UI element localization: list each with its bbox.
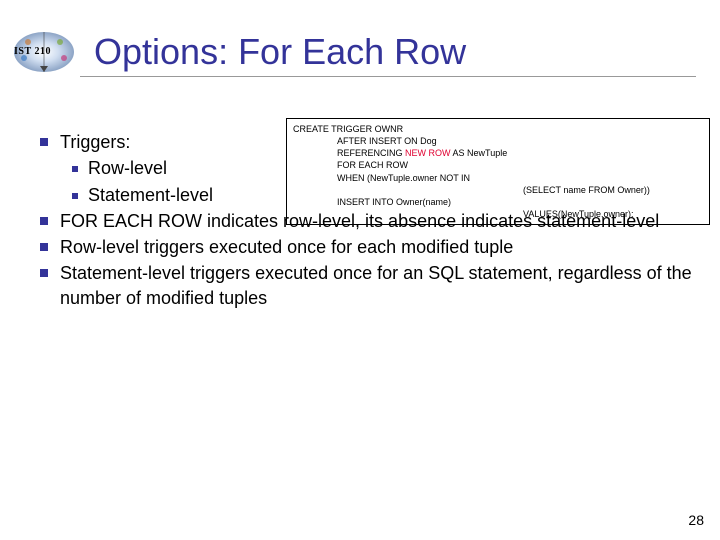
- bullet-text: Statement-level: [88, 183, 213, 207]
- bullet-text: Row-level triggers executed once for eac…: [60, 235, 513, 259]
- course-logo: IST 210: [10, 28, 78, 76]
- slide-header: IST 210 Options: For Each Row: [0, 22, 720, 82]
- title-underline: [80, 76, 696, 77]
- bullet-level1: Statement-level triggers executed once f…: [40, 261, 696, 310]
- bullet-icon: [72, 193, 78, 199]
- bullet-icon: [40, 243, 48, 251]
- bullet-level1: FOR EACH ROW indicates row-level, its ab…: [40, 209, 696, 233]
- slide-body: Triggers: Row-level Statement-level FOR …: [40, 130, 696, 312]
- bullet-icon: [72, 166, 78, 172]
- bullet-level1: Row-level triggers executed once for eac…: [40, 235, 696, 259]
- bullet-text: Row-level: [88, 156, 167, 180]
- slide-number: 28: [688, 512, 704, 528]
- bullet-level2: Statement-level: [72, 183, 696, 207]
- bullet-level1: Triggers:: [40, 130, 696, 154]
- bullet-text: Triggers:: [60, 130, 130, 154]
- bullet-icon: [40, 269, 48, 277]
- bullet-icon: [40, 138, 48, 146]
- course-code: IST 210: [14, 46, 51, 57]
- bullet-text: FOR EACH ROW indicates row-level, its ab…: [60, 209, 659, 233]
- bullet-icon: [40, 217, 48, 225]
- bullet-level2: Row-level: [72, 156, 696, 180]
- bullet-text: Statement-level triggers executed once f…: [60, 261, 696, 310]
- slide-title: Options: For Each Row: [94, 31, 466, 73]
